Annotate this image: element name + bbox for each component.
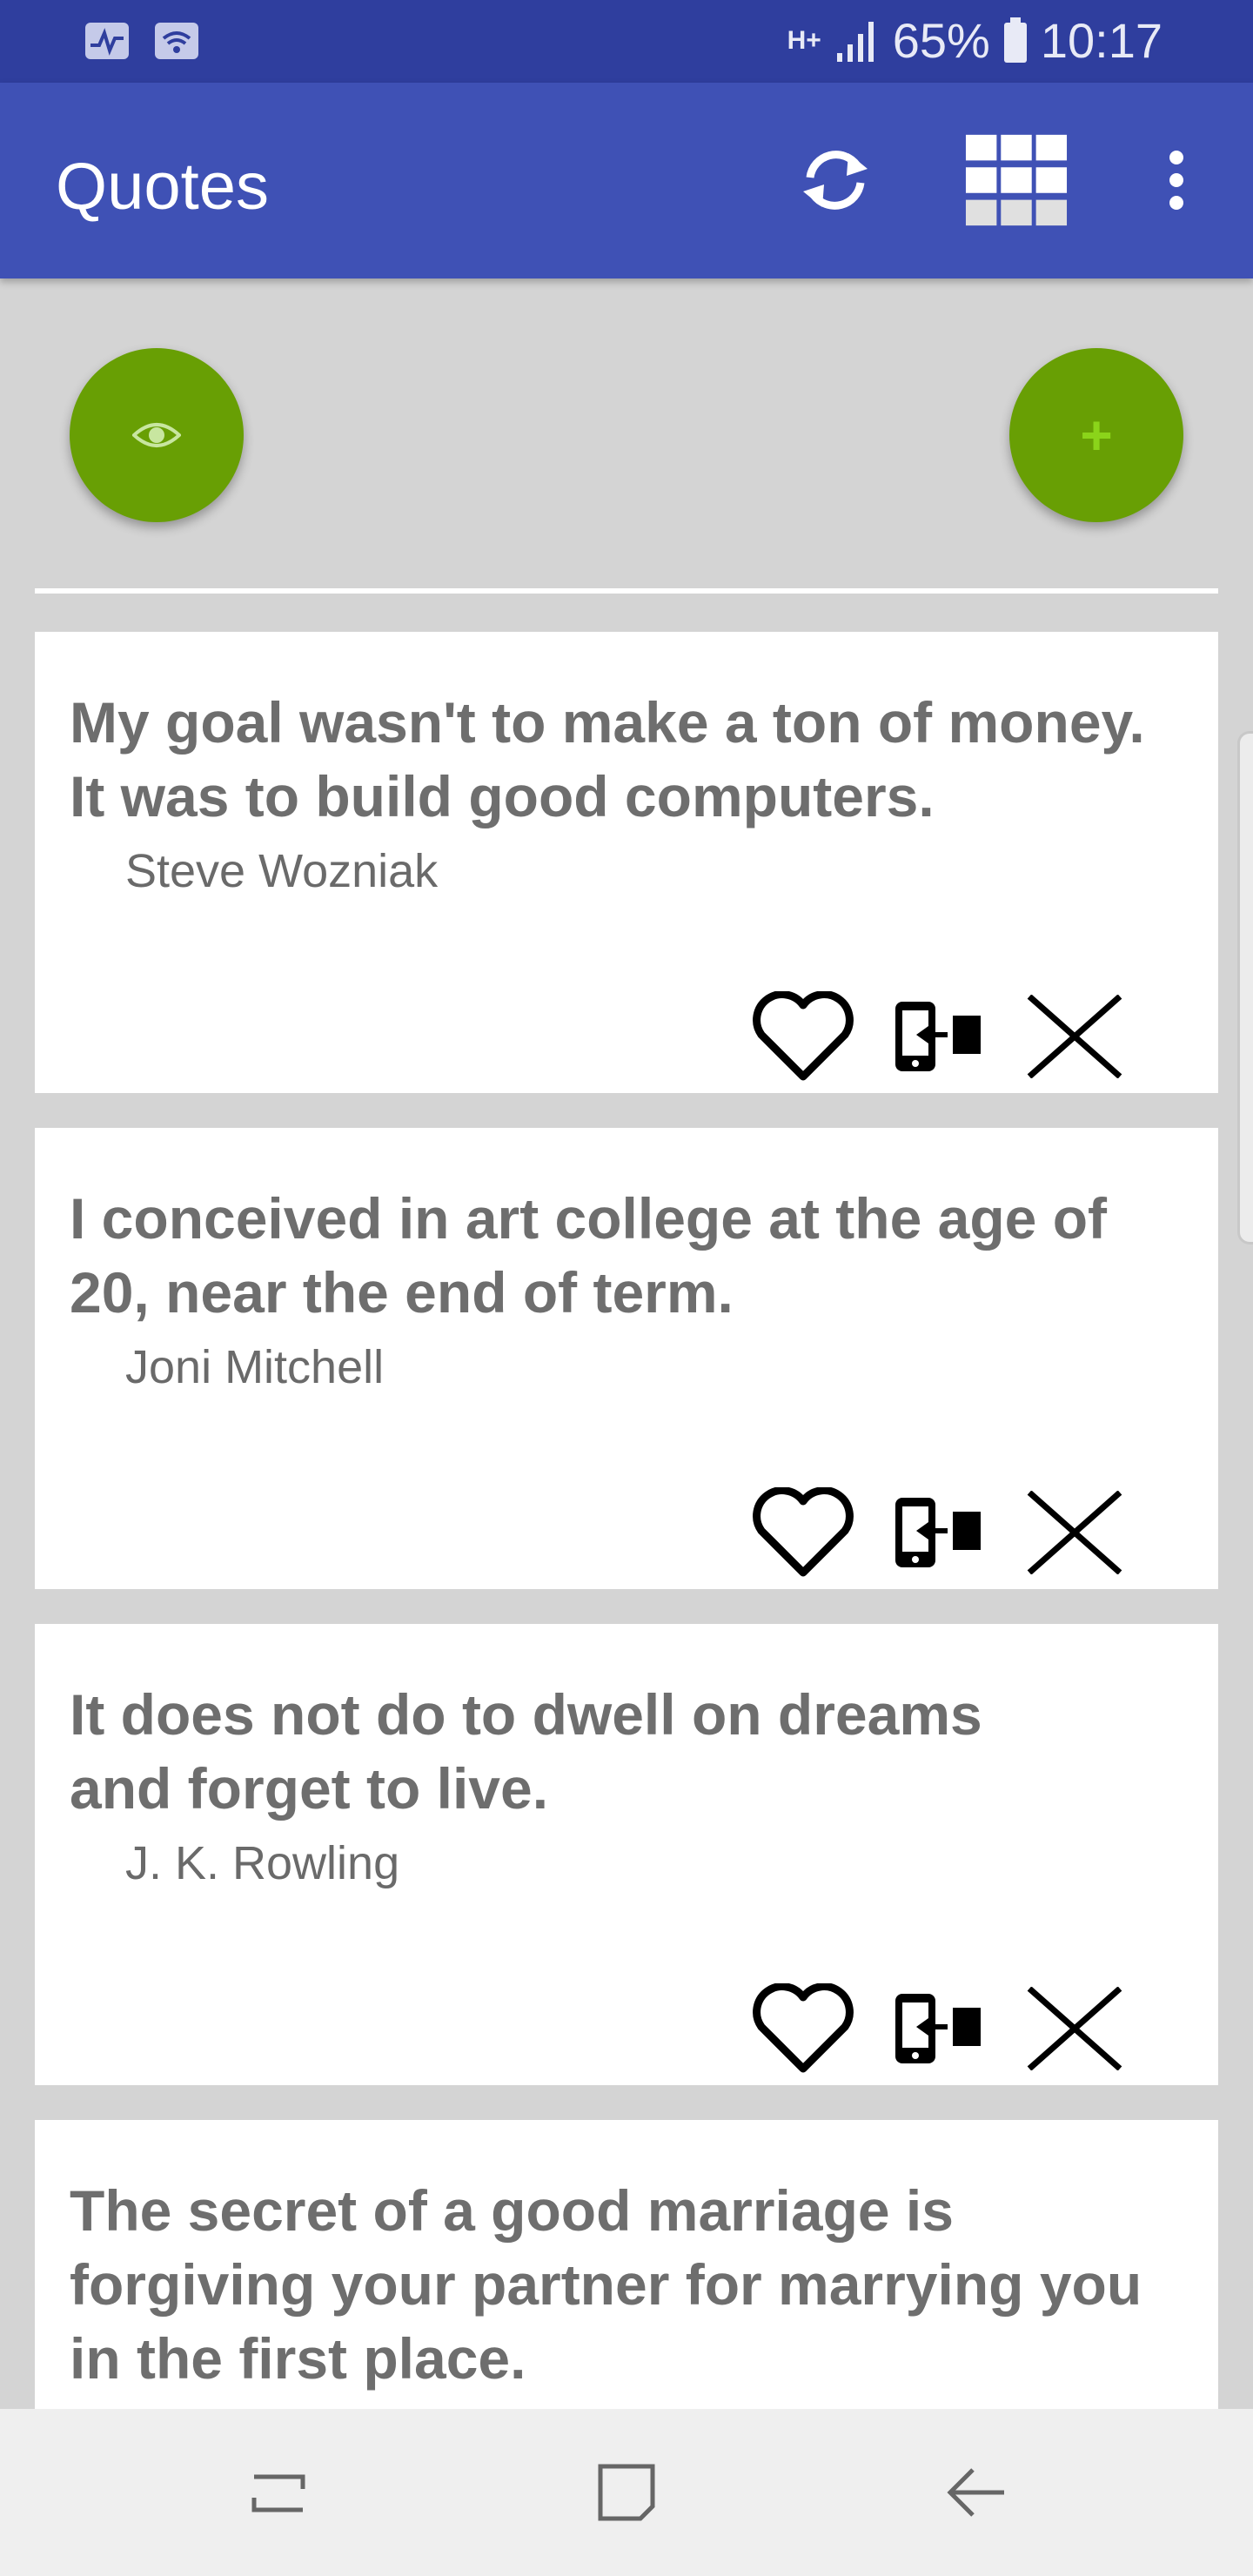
divider <box>35 588 1218 594</box>
quote-author: Joni Mitchell <box>125 1341 385 1393</box>
remove-button[interactable] <box>1018 1972 1131 2085</box>
quote-text: The secret of a good marriage is forgivi… <box>70 2178 1142 2391</box>
home-button[interactable] <box>583 2449 670 2536</box>
clock: 10:17 <box>1040 13 1163 68</box>
plus-icon: + <box>1080 404 1113 466</box>
refresh-icon <box>803 151 868 210</box>
quote-author: J. K. Rowling <box>125 1837 400 1889</box>
send-to-device-button[interactable] <box>881 1972 994 2085</box>
quote-card: My goal wasn't to make a ton of money. I… <box>35 632 1218 1093</box>
battery-percentage: 65% <box>892 13 990 68</box>
grid-view-icon <box>965 134 1068 226</box>
remove-button[interactable] <box>1018 980 1131 1093</box>
favorite-button[interactable] <box>747 1476 860 1589</box>
remove-button[interactable] <box>1018 1476 1131 1589</box>
quote-text: It does not do to dwell on dreams and fo… <box>70 1682 982 1821</box>
quote-card: It does not do to dwell on dreams and fo… <box>35 1624 1218 2085</box>
signal-icon <box>836 21 874 62</box>
quote-text: My goal wasn't to make a ton of money. I… <box>70 690 1145 828</box>
send-to-device-icon <box>895 1002 981 1071</box>
app-title: Quotes <box>56 150 270 224</box>
send-to-device-button[interactable] <box>881 1476 994 1589</box>
network-type-indicator: H+ <box>787 25 821 55</box>
app-bar: Quotes <box>0 83 1253 278</box>
quote-text: I conceived in art college at the age of… <box>70 1186 1107 1325</box>
quote-card: The secret of a good marriage is forgivi… <box>35 2120 1218 2409</box>
add-quote-fab-button[interactable]: + <box>1009 348 1183 522</box>
home-icon <box>598 2464 655 2521</box>
navigation-bar <box>0 2409 1253 2576</box>
more-vertical-icon <box>1169 151 1183 210</box>
send-to-device-button[interactable] <box>881 980 994 1093</box>
recents-icon <box>251 2474 305 2512</box>
close-icon <box>1027 1987 1122 2070</box>
heart-icon <box>753 1983 854 2073</box>
favorite-button[interactable] <box>747 980 860 1093</box>
back-button[interactable] <box>933 2449 1020 2536</box>
battery-icon <box>1003 17 1027 63</box>
refresh-button[interactable] <box>783 128 888 232</box>
scrollbar[interactable] <box>1237 731 1253 1244</box>
wifi-icon <box>155 23 198 59</box>
favorite-button[interactable] <box>747 1972 860 2085</box>
heart-icon <box>753 1487 854 1577</box>
send-to-device-icon <box>895 1994 981 2063</box>
heart-icon <box>753 991 854 1081</box>
grid-view-button[interactable] <box>964 128 1069 232</box>
eye-icon <box>132 423 181 447</box>
quote-card: I conceived in art college at the age of… <box>35 1128 1218 1589</box>
send-to-device-icon <box>895 1498 981 1567</box>
activity-icon <box>85 23 129 59</box>
overflow-menu-button[interactable] <box>1124 128 1229 232</box>
close-icon <box>1027 1491 1122 1574</box>
recents-button[interactable] <box>235 2449 322 2536</box>
quote-author: Steve Wozniak <box>125 845 439 897</box>
back-icon <box>947 2468 1004 2517</box>
close-icon <box>1027 995 1122 1078</box>
status-bar: H+ 65% 10:17 <box>0 0 1253 83</box>
view-fab-button[interactable] <box>70 348 244 522</box>
